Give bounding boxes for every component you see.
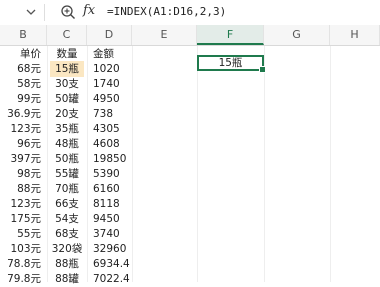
cell[interactable]: 88瓶 <box>50 256 84 272</box>
formula-input[interactable]: =INDEX(A1:D16,2,3) <box>107 5 226 18</box>
cell[interactable]: 320袋 <box>50 241 84 257</box>
column-header-c[interactable]: C <box>47 25 87 45</box>
cell[interactable]: 4950 <box>90 91 130 107</box>
cell[interactable]: 96元 <box>0 136 44 152</box>
cell[interactable]: 66支 <box>50 196 84 212</box>
cell[interactable]: 738 <box>90 106 130 122</box>
cell[interactable]: 175元 <box>0 211 44 227</box>
cell[interactable]: 58元 <box>0 76 44 92</box>
table-row: 88元 70瓶 6160 <box>0 181 380 197</box>
column-header-bar: B C D E F G H <box>0 25 380 46</box>
table-row: 79.8元 88罐 7022.4 <box>0 271 380 287</box>
table-row: 96元 48瓶 4608 <box>0 136 380 152</box>
cell[interactable]: 数量 <box>50 46 84 62</box>
cell[interactable]: 99元 <box>0 91 44 107</box>
table-row: 103元 320袋 32960 <box>0 241 380 257</box>
column-header-b[interactable]: B <box>0 25 47 45</box>
cell[interactable]: 8118 <box>90 196 130 212</box>
column-header-g[interactable]: G <box>264 25 330 45</box>
formula-bar: fx =INDEX(A1:D16,2,3) <box>0 0 380 26</box>
cell[interactable]: 9450 <box>90 211 130 227</box>
cell[interactable]: 88元 <box>0 181 44 197</box>
table-row: 68元 15瓶 1020 <box>0 61 380 77</box>
table-row: 78.8元 88瓶 6934.4 <box>0 256 380 272</box>
cell[interactable]: 397元 <box>0 151 44 167</box>
cell[interactable]: 6160 <box>90 181 130 197</box>
selected-cell-value: 15瓶 <box>218 57 243 69</box>
cell[interactable]: 35瓶 <box>50 121 84 137</box>
formula-bar-divider <box>44 4 45 21</box>
cell[interactable]: 3740 <box>90 226 130 242</box>
cell[interactable]: 68支 <box>50 226 84 242</box>
table-row: 58元 30支 1740 <box>0 76 380 92</box>
column-header-e[interactable]: E <box>132 25 197 45</box>
table-row: 36.9元 20支 738 <box>0 106 380 122</box>
cell[interactable]: 32960 <box>90 241 130 257</box>
cell[interactable]: 123元 <box>0 196 44 212</box>
table-row: 98元 55罐 5390 <box>0 166 380 182</box>
cell[interactable]: 103元 <box>0 241 44 257</box>
cell[interactable]: 1020 <box>90 61 130 77</box>
cell[interactable]: 68元 <box>0 61 44 77</box>
cell[interactable]: 20支 <box>50 106 84 122</box>
table-row: 175元 54支 9450 <box>0 211 380 227</box>
fx-icon[interactable]: fx <box>83 3 95 18</box>
cell[interactable]: 1740 <box>90 76 130 92</box>
cell[interactable]: 79.8元 <box>0 271 44 287</box>
cell[interactable]: 50瓶 <box>50 151 84 167</box>
cell[interactable]: 6934.4 <box>90 256 130 272</box>
cell[interactable]: 7022.4 <box>90 271 130 287</box>
cell[interactable]: 单价 <box>0 46 44 62</box>
cell[interactable]: 98元 <box>0 166 44 182</box>
column-header-d[interactable]: D <box>87 25 132 45</box>
table-header-row: 单价 数量 金额 <box>0 46 380 62</box>
cell[interactable]: 5390 <box>90 166 130 182</box>
cell-highlighted[interactable]: 15瓶 <box>50 61 84 77</box>
cell[interactable]: 30支 <box>50 76 84 92</box>
cell[interactable]: 50罐 <box>50 91 84 107</box>
table-row: 99元 50罐 4950 <box>0 91 380 107</box>
cell[interactable]: 54支 <box>50 211 84 227</box>
table-row: 123元 66支 8118 <box>0 196 380 212</box>
cell[interactable]: 36.9元 <box>0 106 44 122</box>
cell[interactable]: 55罐 <box>50 166 84 182</box>
fill-handle[interactable] <box>259 66 266 73</box>
cell[interactable]: 19850 <box>90 151 130 167</box>
cell[interactable]: 金额 <box>90 46 130 62</box>
table-row: 55元 68支 3740 <box>0 226 380 242</box>
cell[interactable]: 88罐 <box>50 271 84 287</box>
cell[interactable]: 55元 <box>0 226 44 242</box>
zoom-search-icon[interactable] <box>60 4 76 20</box>
column-header-f[interactable]: F <box>197 25 264 45</box>
cell[interactable]: 4305 <box>90 121 130 137</box>
table-row: 397元 50瓶 19850 <box>0 151 380 167</box>
cell[interactable]: 70瓶 <box>50 181 84 197</box>
table-row: 123元 35瓶 4305 <box>0 121 380 137</box>
selected-cell[interactable]: 15瓶 <box>197 55 266 73</box>
cell[interactable]: 4608 <box>90 136 130 152</box>
cell[interactable]: 123元 <box>0 121 44 137</box>
cell[interactable]: 48瓶 <box>50 136 84 152</box>
column-header-h[interactable]: H <box>330 25 380 45</box>
chevron-down-icon[interactable] <box>26 7 36 17</box>
cell[interactable]: 78.8元 <box>0 256 44 272</box>
